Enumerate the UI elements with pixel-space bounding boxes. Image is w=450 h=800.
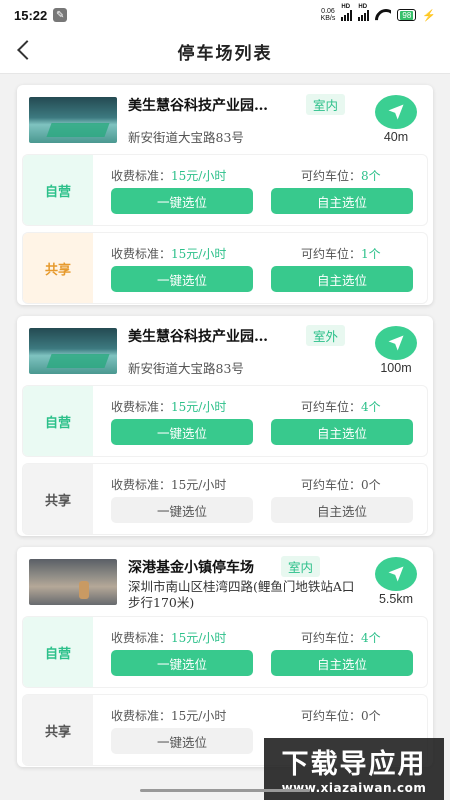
- back-arrow-icon[interactable]: [17, 40, 37, 60]
- parking-lot-card: 美生慧谷科技产业园… 室外 新安街道大宝路83号 100m 自营 收费标准：15…: [17, 316, 433, 536]
- fee-info: 收费标准：15元/小时: [111, 631, 227, 645]
- wifi-icon: [375, 9, 391, 21]
- fee-info: 收费标准：15元/小时: [111, 169, 227, 183]
- fee-info: 收费标准：15元/小时: [111, 709, 227, 723]
- availability-info: 可约车位：4个: [301, 400, 381, 414]
- manual-select-button[interactable]: 自主选位: [271, 497, 413, 523]
- manual-select-button[interactable]: 自主选位: [271, 266, 413, 292]
- spot-row: 自营 收费标准：15元/小时 可约车位：8个 一键选位 自主选位: [23, 155, 427, 225]
- availability-info: 可约车位：1个: [301, 247, 381, 261]
- quick-select-button[interactable]: 一键选位: [111, 266, 253, 292]
- lot-type-tag: 室内: [306, 94, 346, 115]
- lot-address: 新安街道大宝路83号: [128, 361, 244, 376]
- availability-info: 可约车位：0个: [301, 478, 381, 492]
- signal-icon: HD: [358, 4, 370, 21]
- spot-type-label: 自营: [23, 617, 93, 687]
- spot-row: 自营 收费标准：15元/小时 可约车位：4个 一键选位 自主选位: [23, 617, 427, 687]
- lot-address: 新安街道大宝路83号: [128, 130, 244, 145]
- spot-type-label: 共享: [23, 695, 93, 765]
- parking-lot-card: 深港基金小镇停车场 室内 深圳市南山区桂湾四路(鲤鱼门地铁站A口步行170米) …: [17, 547, 433, 767]
- lot-distance: 5.5km: [378, 592, 414, 606]
- manual-select-button[interactable]: 自主选位: [271, 419, 413, 445]
- nav-bar: 停车场列表: [0, 30, 450, 74]
- lot-thumbnail: [29, 559, 117, 605]
- quick-select-button[interactable]: 一键选位: [111, 650, 253, 676]
- lot-distance: 100m: [380, 361, 412, 375]
- lot-type-tag: 室内: [281, 556, 321, 577]
- lot-type-tag: 室外: [306, 325, 346, 346]
- lot-header[interactable]: 美生慧谷科技产业园… 室内 新安街道大宝路83号 40m: [17, 85, 433, 155]
- lot-header[interactable]: 深港基金小镇停车场 室内 深圳市南山区桂湾四路(鲤鱼门地铁站A口步行170米) …: [17, 547, 433, 617]
- lot-header[interactable]: 美生慧谷科技产业园… 室外 新安街道大宝路83号 100m: [17, 316, 433, 386]
- availability-info: 可约车位：0个: [301, 709, 381, 723]
- quick-select-button[interactable]: 一键选位: [111, 728, 253, 754]
- manual-select-button[interactable]: 自主选位: [271, 188, 413, 214]
- lot-name: 美生慧谷科技产业园…: [128, 329, 268, 345]
- spot-row: 共享 收费标准：15元/小时 可约车位：1个 一键选位 自主选位: [23, 233, 427, 303]
- lot-name: 深港基金小镇停车场: [128, 560, 254, 576]
- manual-select-button[interactable]: 自主选位: [271, 650, 413, 676]
- lot-distance: 40m: [383, 130, 409, 144]
- lot-thumbnail: [29, 328, 117, 374]
- spot-type-label: 共享: [23, 233, 93, 303]
- navigation-arrow-icon: [388, 104, 404, 120]
- lot-name: 美生慧谷科技产业园…: [128, 98, 268, 114]
- battery-icon: 98: [397, 9, 417, 21]
- fee-info: 收费标准：15元/小时: [111, 478, 227, 492]
- spot-row: 自营 收费标准：15元/小时 可约车位：4个 一键选位 自主选位: [23, 386, 427, 456]
- availability-info: 可约车位：4个: [301, 631, 381, 645]
- status-bar: 15:22 ✎ 0.06 KB/s HD HD 98 ⚡: [0, 0, 450, 30]
- lot-address: 深圳市南山区桂湾四路(鲤鱼门地铁站A口步行170米): [128, 579, 355, 610]
- signal-icon: HD: [341, 4, 353, 21]
- wrench-icon: ✎: [53, 8, 68, 22]
- quick-select-button[interactable]: 一键选位: [111, 419, 253, 445]
- charging-icon: ⚡: [422, 9, 436, 22]
- quick-select-button[interactable]: 一键选位: [111, 497, 253, 523]
- spot-type-label: 共享: [23, 464, 93, 534]
- spot-type-label: 自营: [23, 155, 93, 225]
- network-speed: 0.06 KB/s: [320, 8, 336, 22]
- page-title: 停车场列表: [177, 44, 273, 64]
- availability-info: 可约车位：8个: [301, 169, 381, 183]
- home-indicator[interactable]: [140, 789, 310, 792]
- navigation-arrow-icon: [388, 566, 404, 582]
- fee-info: 收费标准：15元/小时: [111, 400, 227, 414]
- quick-select-button[interactable]: 一键选位: [111, 188, 253, 214]
- navigate-button[interactable]: [375, 326, 417, 360]
- parking-lot-card: 美生慧谷科技产业园… 室内 新安街道大宝路83号 40m 自营 收费标准：15元…: [17, 85, 433, 305]
- status-time: 15:22: [14, 7, 48, 23]
- navigate-button[interactable]: [375, 557, 417, 591]
- spot-row: 共享 收费标准：15元/小时 可约车位：0个 一键选位 自主选位: [23, 464, 427, 534]
- navigation-arrow-icon: [388, 335, 404, 351]
- navigate-button[interactable]: [375, 95, 417, 129]
- fee-info: 收费标准：15元/小时: [111, 247, 227, 261]
- lot-thumbnail: [29, 97, 117, 143]
- spot-type-label: 自营: [23, 386, 93, 456]
